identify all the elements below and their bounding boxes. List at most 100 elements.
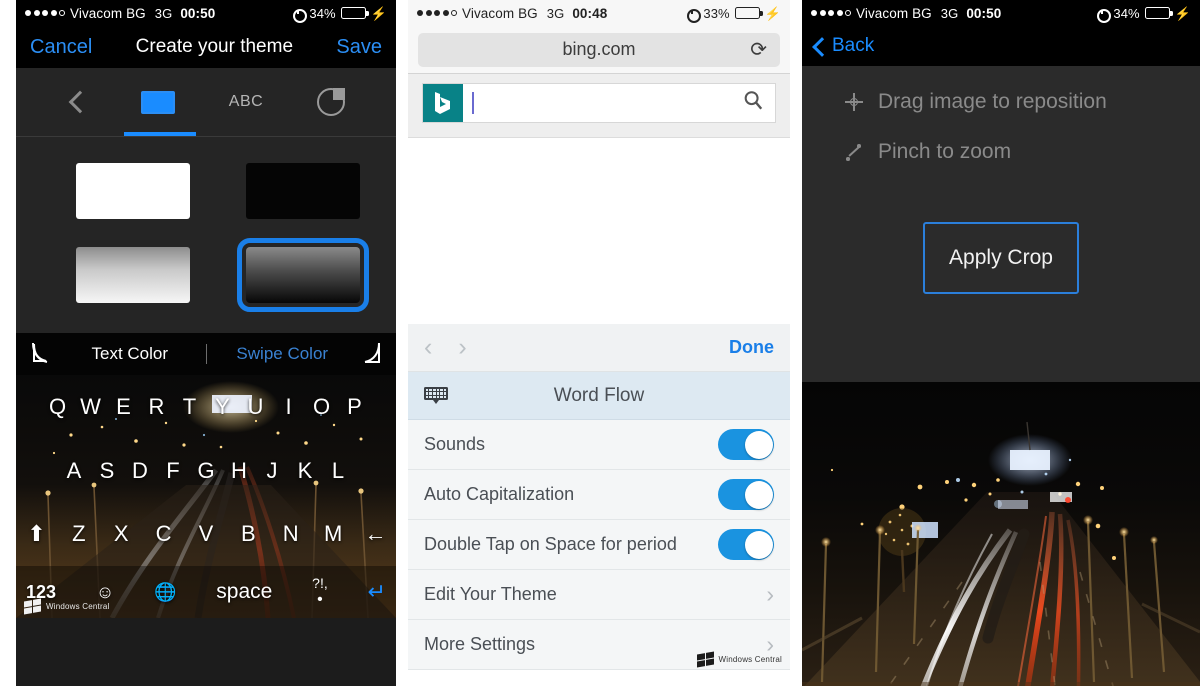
- bing-search-bar: [408, 74, 790, 138]
- tab-background-button[interactable]: [140, 90, 175, 114]
- key-l[interactable]: L: [322, 458, 355, 484]
- toggle-switch[interactable]: [718, 429, 774, 460]
- pinch-zoom-icon: [844, 142, 864, 162]
- keyboard-settings-sheet: ‹ › Done Word Flow Sounds Auto Capitaliza…: [408, 324, 790, 670]
- color-mode-bar: Text Color Swipe Color: [16, 333, 396, 375]
- carrier-label: Vivacom BG: [856, 5, 932, 21]
- toggle-knob: [744, 480, 773, 509]
- magnifier-icon[interactable]: [742, 89, 764, 117]
- signal-dots-icon: [417, 10, 457, 16]
- key-y[interactable]: Y: [206, 394, 239, 420]
- tab-font-button[interactable]: ABC: [229, 93, 263, 111]
- screenshot-root: Vivacom BG 3G 00:50 34% ⚡ Cancel Create …: [0, 0, 1200, 686]
- crop-photo-preview[interactable]: Windows Central: [802, 382, 1200, 686]
- key-r[interactable]: R: [140, 394, 173, 420]
- theme-tab-bar: ABC: [16, 68, 396, 136]
- key-punctuation-label: ?!,: [312, 574, 328, 591]
- status-bar-panel2: Vivacom BG 3G 00:48 33% ⚡: [408, 0, 790, 26]
- curve-left-icon[interactable]: [30, 340, 54, 369]
- page-title: Create your theme: [135, 36, 294, 57]
- bing-logo-icon: [423, 84, 463, 122]
- key-k[interactable]: K: [289, 458, 322, 484]
- key-punctuation[interactable]: ?!, •: [312, 574, 328, 609]
- crop-nav-bar: Back: [802, 26, 1200, 66]
- text-color-tab[interactable]: Text Color: [54, 344, 206, 364]
- swatch-icon: [140, 90, 175, 114]
- key-a[interactable]: A: [58, 458, 91, 484]
- bing-b-glyph: [435, 92, 450, 114]
- globe-icon[interactable]: 🌐: [154, 582, 176, 603]
- save-button[interactable]: Save: [336, 36, 382, 59]
- toggle-knob: [744, 430, 773, 459]
- status-bar-panel3: Vivacom BG 3G 00:50 34% ⚡: [802, 0, 1200, 26]
- settings-row[interactable]: Double Tap on Space for period: [408, 520, 790, 570]
- browser-url-bar: bing.com ⟳: [408, 26, 790, 74]
- key-n[interactable]: N: [274, 521, 307, 547]
- lightning-bolt-icon: ⚡: [764, 5, 781, 21]
- chevron-right-icon: ›: [766, 581, 774, 607]
- swipe-color-tab[interactable]: Swipe Color: [207, 344, 359, 364]
- key-x[interactable]: X: [105, 521, 138, 547]
- url-text: bing.com: [562, 39, 636, 59]
- move-crosshair-icon: [844, 92, 864, 112]
- reload-icon[interactable]: ⟳: [750, 40, 767, 60]
- lightning-bolt-icon: ⚡: [370, 5, 387, 21]
- key-backspace[interactable]: ←: [359, 521, 392, 547]
- hint-pinch-zoom: Pinch to zoom: [802, 140, 1200, 164]
- key-s[interactable]: S: [91, 458, 124, 484]
- curve-right-icon[interactable]: [358, 340, 382, 369]
- key-t[interactable]: T: [173, 394, 206, 420]
- swatch-black[interactable]: [246, 163, 360, 219]
- chevron-left-icon[interactable]: [811, 39, 826, 54]
- hint-drag-label: Drag image to reposition: [878, 90, 1107, 113]
- key-b[interactable]: B: [232, 521, 265, 547]
- settings-row-label: Auto Capitalization: [424, 484, 575, 505]
- toggle-knob: [744, 530, 773, 559]
- key-w[interactable]: W: [74, 394, 107, 420]
- settings-row[interactable]: Auto Capitalization: [408, 470, 790, 520]
- key-shift[interactable]: ⬆: [20, 521, 53, 547]
- network-label: 3G: [154, 5, 173, 21]
- key-u[interactable]: U: [239, 394, 272, 420]
- key-p[interactable]: P: [338, 394, 371, 420]
- back-button[interactable]: Back: [832, 35, 874, 57]
- key-v[interactable]: V: [190, 521, 223, 547]
- keyboard-rows: QWERTYUIOP ASDFGHJKL ⬆ Z X C V B N M ← 123 ☺ 🌐 s…: [16, 375, 396, 618]
- carrier-label: Vivacom BG: [462, 5, 538, 21]
- key-g[interactable]: G: [190, 458, 223, 484]
- toggle-switch[interactable]: [718, 479, 774, 510]
- tab-back-button[interactable]: [67, 92, 87, 112]
- key-q[interactable]: Q: [41, 394, 74, 420]
- swatch-dark-gradient-selected[interactable]: [237, 238, 369, 312]
- keyboard-preview: QWERTYUIOP ASDFGHJKL ⬆ Z X C V B N M ← 123 ☺ 🌐 s…: [16, 375, 396, 618]
- done-button[interactable]: Done: [729, 337, 774, 358]
- key-z[interactable]: Z: [62, 521, 95, 547]
- chevron-left-icon[interactable]: ‹: [424, 335, 432, 360]
- key-j[interactable]: J: [256, 458, 289, 484]
- swatch-light-gradient[interactable]: [76, 247, 190, 303]
- keyboard-row-2[interactable]: ASDFGHJKL: [16, 439, 396, 503]
- toggle-switch[interactable]: [718, 529, 774, 560]
- key-space[interactable]: space: [216, 580, 272, 604]
- key-m[interactable]: M: [317, 521, 350, 547]
- key-i[interactable]: I: [272, 394, 305, 420]
- chevron-right-icon[interactable]: ›: [458, 335, 466, 360]
- keyboard-row-1[interactable]: QWERTYUIOP: [16, 375, 396, 439]
- key-enter[interactable]: ↵: [368, 579, 386, 605]
- key-o[interactable]: O: [305, 394, 338, 420]
- tab-opacity-button[interactable]: [317, 88, 346, 116]
- key-f[interactable]: F: [157, 458, 190, 484]
- apply-crop-button[interactable]: Apply Crop: [923, 222, 1079, 294]
- swatch-white[interactable]: [76, 163, 190, 219]
- key-h[interactable]: H: [223, 458, 256, 484]
- key-c[interactable]: C: [147, 521, 180, 547]
- key-e[interactable]: E: [107, 394, 140, 420]
- theme-nav-bar: Cancel Create your theme Save: [16, 26, 396, 68]
- settings-row[interactable]: Edit Your Theme ›: [408, 570, 790, 620]
- cancel-button[interactable]: Cancel: [30, 36, 92, 59]
- bing-search-box[interactable]: [422, 83, 776, 123]
- settings-row[interactable]: Sounds: [408, 420, 790, 470]
- keyboard-row-3[interactable]: ⬆ Z X C V B N M ←: [16, 502, 396, 566]
- url-input[interactable]: bing.com ⟳: [418, 32, 780, 67]
- key-d[interactable]: D: [124, 458, 157, 484]
